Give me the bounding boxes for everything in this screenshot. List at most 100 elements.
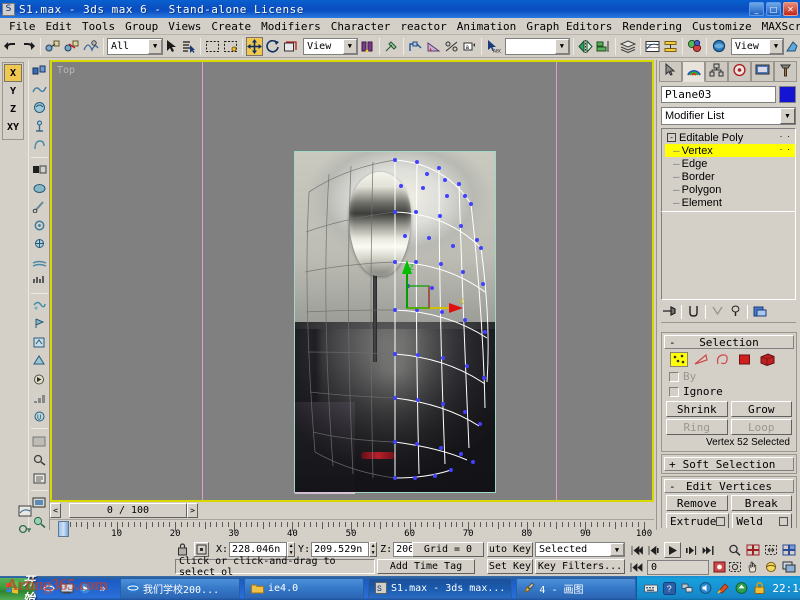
axis-constraint-z[interactable]: Z	[4, 100, 22, 118]
named-selection-sets-combo[interactable]: ▼	[505, 38, 570, 55]
selection-filter-combo[interactable]: All ▼	[107, 38, 163, 55]
minimize-button[interactable]: _	[749, 2, 764, 16]
network-icon[interactable]	[680, 581, 694, 595]
chevron-down-icon[interactable]: ▼	[769, 39, 783, 54]
make-unique-icon[interactable]	[709, 303, 726, 320]
reference-coordinate-combo[interactable]: View ▼	[303, 38, 358, 55]
key-filters-button[interactable]: Key Filters...	[535, 559, 625, 574]
object-color-swatch[interactable]	[779, 86, 796, 103]
select-and-move-icon[interactable]	[246, 37, 263, 56]
rollout-expander-icon[interactable]: +	[669, 458, 676, 471]
axis-constraint-xy[interactable]: XY	[4, 118, 22, 136]
volume-icon[interactable]	[698, 581, 712, 595]
motion-tab[interactable]	[728, 61, 751, 82]
move-transform-gizmo[interactable]: Z X	[397, 258, 467, 318]
button-remove[interactable]: Remove	[666, 495, 728, 511]
rollout-expander-icon[interactable]: -	[669, 336, 676, 349]
stack-item-edge[interactable]: —Edge	[665, 157, 795, 170]
zoom-icon[interactable]	[726, 542, 743, 558]
keyboard-layout-icon[interactable]	[644, 581, 658, 595]
arc-rotate-icon[interactable]	[762, 559, 779, 575]
chevron-down-icon[interactable]: ▼	[610, 543, 624, 556]
reactor-create-animation-icon[interactable]	[30, 389, 49, 407]
top-viewport[interactable]: Top	[52, 62, 652, 500]
chevron-down-icon[interactable]: ▼	[148, 39, 162, 54]
button-weld[interactable]: Weld	[732, 513, 792, 528]
spinner-snap-toggle-icon[interactable]: a	[461, 37, 478, 56]
menu-item-graph-editors[interactable]: Graph Editors	[521, 19, 617, 34]
stack-item-element[interactable]: —Element	[665, 196, 795, 209]
border-subobject-icon[interactable]	[714, 352, 732, 367]
key-mode-toggle-icon[interactable]	[16, 521, 34, 538]
reactor-picker-icon[interactable]	[30, 451, 49, 469]
key-selected-combo[interactable]: Selected ▼	[535, 542, 625, 557]
reactor-analyze-world-icon[interactable]	[30, 352, 49, 370]
maximize-button[interactable]: □	[766, 2, 781, 16]
menu-item-maxscript[interactable]: MAXScript	[757, 19, 800, 34]
close-button[interactable]: ✕	[783, 2, 798, 16]
select-and-uniform-scale-icon[interactable]	[282, 37, 299, 56]
previous-frame-icon[interactable]	[646, 542, 663, 558]
reactor-create-water-icon[interactable]	[30, 297, 49, 315]
stack-item-polygon[interactable]: —Polygon	[665, 183, 795, 196]
stack-item-border[interactable]: —Border	[665, 170, 795, 183]
checkbox-box-icon[interactable]	[669, 372, 679, 382]
reactor-create-dashpot-icon[interactable]	[30, 198, 49, 216]
material-editor-icon[interactable]	[686, 37, 703, 56]
select-by-name-icon[interactable]	[180, 37, 197, 56]
selection-rollout-header[interactable]: -Selection	[664, 335, 794, 349]
reactor-create-wind-icon[interactable]	[30, 235, 49, 253]
add-time-tag-button[interactable]: Add Time Tag	[377, 559, 475, 574]
axis-constraint-y[interactable]: Y	[4, 82, 22, 100]
zoom-all-icon[interactable]	[744, 542, 761, 558]
chevron-down-icon[interactable]: ▼	[555, 39, 569, 54]
menu-item-group[interactable]: Group	[120, 19, 163, 34]
align-icon[interactable]	[595, 37, 612, 56]
zoom-extents-icon[interactable]	[762, 542, 779, 558]
named-selection-sets-icon[interactable]: ABC	[485, 37, 502, 56]
menu-item-reactor[interactable]: reactor	[395, 19, 451, 34]
reactor-create-rope-icon[interactable]	[30, 118, 49, 136]
next-frame-arrow[interactable]: >	[187, 503, 198, 518]
stack-item-editable-poly[interactable]: -Editable Poly	[665, 131, 795, 144]
reactor-display-icon[interactable]	[30, 432, 49, 450]
modifier-stack[interactable]: -Editable Poly—Vertex—Edge—Border—Polygo…	[661, 128, 796, 212]
reactor-create-deforming-mesh-icon[interactable]	[30, 136, 49, 154]
quicklaunch-overflow-icon[interactable]: »	[95, 581, 110, 596]
chevron-down-icon[interactable]: ▼	[780, 108, 795, 124]
reactor-create-fracture-icon[interactable]	[30, 272, 49, 290]
update-icon[interactable]	[734, 581, 748, 595]
menu-item-create[interactable]: Create	[206, 19, 256, 34]
reactor-create-soft-body-icon[interactable]	[30, 99, 49, 117]
reactor-properties-icon[interactable]	[30, 469, 49, 487]
edit-vertices-rollout-header[interactable]: -Edit Vertices	[664, 479, 794, 493]
previous-frame-arrow[interactable]: <	[50, 503, 61, 518]
display-tab[interactable]	[751, 61, 774, 82]
zoom-region-icon[interactable]	[780, 542, 797, 558]
checkbox-by[interactable]: By	[664, 369, 794, 384]
menu-item-character[interactable]: Character	[326, 19, 396, 34]
polygon-subobject-icon[interactable]	[736, 352, 754, 367]
show-desktop-icon[interactable]	[59, 581, 74, 596]
button-shrink[interactable]: Shrink	[666, 401, 728, 417]
reactor-create-cloth-icon[interactable]	[30, 81, 49, 99]
menu-item-file[interactable]: File	[4, 19, 41, 34]
modifier-list-dropdown[interactable]: Modifier List ▼	[661, 107, 796, 125]
taskbar-button-2[interactable]: SS1.max - 3ds max...	[368, 578, 512, 599]
checkbox-ignore[interactable]: Ignore	[664, 384, 794, 399]
min-max-toggle-icon[interactable]	[780, 559, 797, 575]
taskbar-button-3[interactable]: 4 - 画图	[516, 578, 636, 599]
button-extrude[interactable]: Extrude	[666, 513, 729, 528]
reactor-create-toy-car-icon[interactable]	[30, 253, 49, 271]
reactor-create-spring-icon[interactable]	[30, 179, 49, 197]
reactor-create-rigid-body-icon[interactable]	[30, 62, 49, 80]
redo-icon[interactable]	[20, 37, 37, 56]
render-scene-icon[interactable]	[710, 37, 728, 56]
hierarchy-tab[interactable]	[705, 61, 728, 82]
unlink-selection-icon[interactable]	[63, 37, 81, 56]
select-object-icon[interactable]	[164, 37, 179, 56]
current-frame-field[interactable]: 0	[647, 560, 709, 575]
menu-item-edit[interactable]: Edit	[41, 19, 78, 34]
configure-modifier-sets-icon[interactable]	[751, 303, 768, 320]
menu-item-customize[interactable]: Customize	[687, 19, 757, 34]
